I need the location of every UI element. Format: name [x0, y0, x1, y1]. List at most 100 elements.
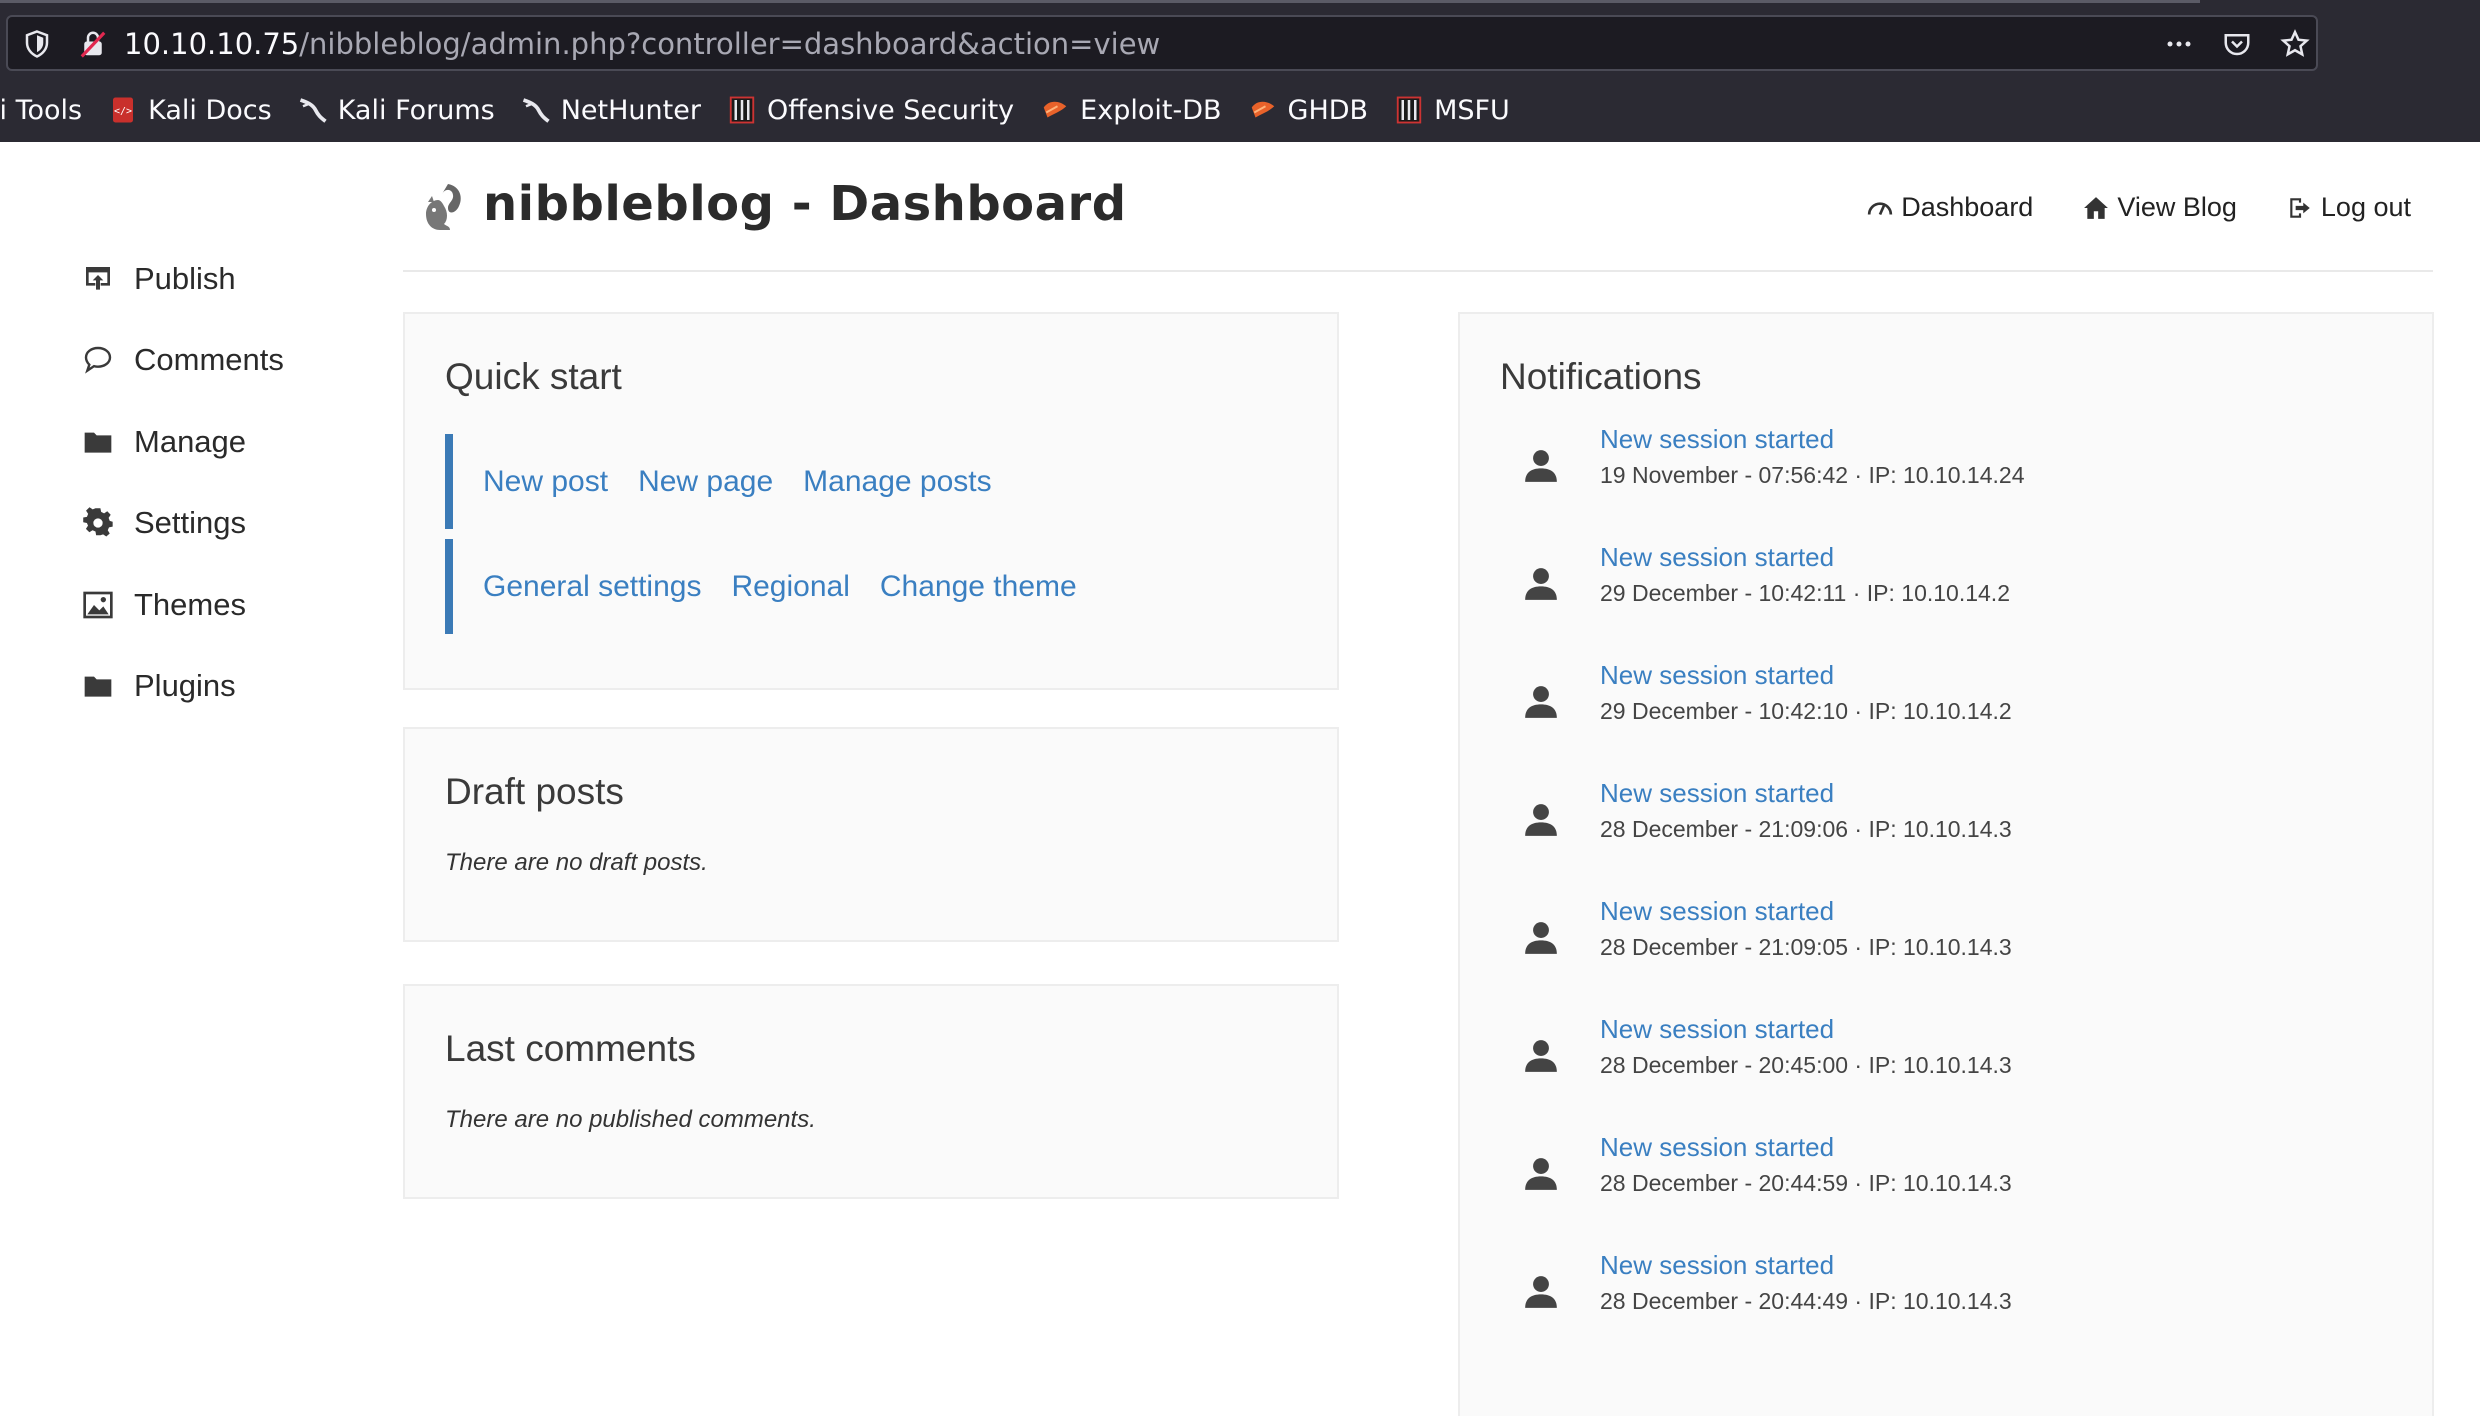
bookmark-label: GHDB: [1287, 94, 1369, 126]
notification-meta: 29 December - 10:42:10 · IP: 10.10.14.2: [1600, 698, 2012, 724]
notification-item: New session started 28 December - 20:45:…: [1500, 1014, 2400, 1132]
notification-title-link[interactable]: New session started: [1600, 1014, 1834, 1045]
notification-meta: 19 November - 07:56:42 · IP: 10.10.14.24: [1600, 462, 2025, 488]
pocket-icon[interactable]: [2222, 29, 2252, 59]
bookmark-exploit-db[interactable]: Exploit-DB: [1040, 95, 1222, 126]
bookmark-label: Kali Docs: [148, 94, 272, 126]
draft-posts-panel: Draft posts There are no draft posts.: [403, 727, 1339, 942]
more-actions-icon[interactable]: [2164, 29, 2194, 59]
bookmarks-toolbar: li Tools </> Kali Docs Kali Forums NetHu…: [0, 84, 2480, 136]
new-page-link[interactable]: New page: [638, 465, 773, 499]
nethunter-icon: [522, 98, 550, 123]
nav-logout-link[interactable]: Log out: [2287, 192, 2411, 223]
notification-title-link[interactable]: New session started: [1600, 542, 1834, 573]
panel-title: Notifications: [1500, 356, 1702, 397]
logout-icon: [2290, 197, 2310, 218]
panel-title: Last comments: [445, 1028, 696, 1069]
sidebar-item-publish[interactable]: Publish: [82, 238, 284, 320]
bookmark-offensive-security[interactable]: Offensive Security: [727, 95, 1014, 126]
quick-start-settings-links: General settings Regional Change theme: [445, 539, 1305, 634]
nav-label: Log out: [2320, 192, 2411, 222]
notification-meta: 28 December - 21:09:05 · IP: 10.10.14.3: [1600, 934, 2012, 960]
url-bar[interactable]: 10.10.10.75/nibbleblog/admin.php?control…: [6, 15, 2318, 71]
svg-text:</>: </>: [114, 106, 132, 117]
sidebar: Publish Comments Manage Settings Themes …: [82, 238, 284, 727]
empty-state-text: There are no published comments.: [445, 1106, 816, 1133]
ghdb-icon: [1251, 101, 1274, 118]
notification-item: New session started 29 December - 10:42:…: [1500, 660, 2400, 778]
nibbleblog-squirrel-logo-icon: [426, 184, 461, 230]
sidebar-item-label: Comments: [134, 342, 284, 378]
tab-strip-edge: [0, 0, 2200, 3]
user-icon: [1525, 804, 1557, 836]
shield-icon[interactable]: [22, 29, 52, 59]
publish-icon: [86, 266, 110, 290]
notification-title-link[interactable]: New session started: [1600, 778, 1834, 809]
browser-chrome: 10.10.10.75/nibbleblog/admin.php?control…: [0, 0, 2480, 142]
new-post-link[interactable]: New post: [483, 465, 608, 499]
nav-view-blog-link[interactable]: View Blog: [2083, 192, 2237, 223]
notification-title-link[interactable]: New session started: [1600, 424, 1834, 455]
nav-label: Dashboard: [1901, 192, 2034, 222]
sidebar-item-comments[interactable]: Comments: [82, 320, 284, 402]
quick-start-content-links: New post New page Manage posts: [445, 434, 1305, 529]
bookmark-kali-tools[interactable]: li Tools: [0, 95, 82, 126]
notification-title-link[interactable]: New session started: [1600, 660, 1834, 691]
user-icon: [1525, 568, 1557, 600]
sidebar-item-label: Manage: [134, 423, 247, 459]
notification-meta: 29 December - 10:42:11 · IP: 10.10.14.2: [1600, 580, 2010, 606]
msfu-icon: [1396, 96, 1422, 124]
sidebar-item-label: Publish: [134, 260, 236, 296]
page-title: nibbleblog - Dashboard: [483, 176, 1127, 232]
sidebar-item-plugins[interactable]: Plugins: [82, 646, 284, 728]
last-comments-panel: Last comments There are no published com…: [403, 984, 1339, 1199]
notification-list: New session started 19 November - 07:56:…: [1500, 424, 2400, 1368]
change-theme-link[interactable]: Change theme: [880, 570, 1077, 604]
user-icon: [1525, 1158, 1557, 1190]
notifications-panel: Notifications New session started 19 Nov…: [1458, 312, 2434, 1416]
sidebar-item-label: Themes: [134, 586, 246, 622]
bookmark-nethunter[interactable]: NetHunter: [521, 95, 701, 126]
notification-item: New session started 29 December - 10:42:…: [1500, 542, 2400, 660]
general-settings-link[interactable]: General settings: [483, 570, 701, 604]
bookmark-label: MSFU: [1434, 94, 1510, 126]
bookmark-label: NetHunter: [560, 94, 701, 126]
admin-page: Publish Comments Manage Settings Themes …: [0, 142, 2480, 1416]
bookmark-label: Kali Forums: [337, 94, 495, 126]
user-icon: [1525, 1276, 1557, 1308]
notification-title-link[interactable]: New session started: [1600, 896, 1834, 927]
folder-icon: [84, 432, 112, 453]
bookmark-star-icon[interactable]: [2280, 29, 2310, 59]
notification-title-link[interactable]: New session started: [1600, 1250, 1834, 1281]
bookmark-msfu[interactable]: MSFU: [1394, 95, 1510, 126]
page-header: nibbleblog - Dashboard Dashboard View Bl…: [403, 142, 2433, 272]
notification-item: New session started 28 December - 20:44:…: [1500, 1250, 2400, 1368]
home-icon: [2084, 196, 2109, 219]
regional-link[interactable]: Regional: [731, 570, 849, 604]
url-host: 10.10.10.75: [124, 27, 300, 61]
url-text[interactable]: 10.10.10.75/nibbleblog/admin.php?control…: [124, 27, 1160, 61]
manage-posts-link[interactable]: Manage posts: [803, 465, 991, 499]
kali-docs-icon: </>: [113, 97, 134, 123]
folder-icon: [84, 676, 112, 697]
notification-item: New session started 28 December - 21:09:…: [1500, 896, 2400, 1014]
top-navigation: Dashboard View Blog Log out: [1817, 192, 2411, 223]
bookmark-ghdb[interactable]: GHDB: [1248, 94, 1369, 126]
sidebar-item-settings[interactable]: Settings: [82, 483, 284, 565]
notification-meta: 28 December - 20:44:49 · IP: 10.10.14.3: [1600, 1288, 2012, 1314]
insecure-lock-icon[interactable]: [78, 29, 108, 59]
bookmark-kali-forums[interactable]: Kali Forums: [298, 95, 495, 126]
nav-dashboard-link[interactable]: Dashboard: [1867, 192, 2033, 223]
bookmark-label: li Tools: [0, 94, 83, 126]
comment-icon: [84, 347, 112, 374]
user-icon: [1525, 450, 1557, 482]
sidebar-item-themes[interactable]: Themes: [82, 564, 284, 646]
sidebar-item-label: Plugins: [134, 668, 236, 704]
kali-forums-icon: [299, 98, 327, 123]
panel-title: Quick start: [445, 356, 622, 397]
sidebar-item-manage[interactable]: Manage: [82, 401, 284, 483]
notification-title-link[interactable]: New session started: [1600, 1132, 1834, 1163]
user-icon: [1525, 1040, 1557, 1072]
bookmark-kali-docs[interactable]: </> Kali Docs: [108, 95, 272, 126]
gear-icon: [83, 507, 113, 537]
